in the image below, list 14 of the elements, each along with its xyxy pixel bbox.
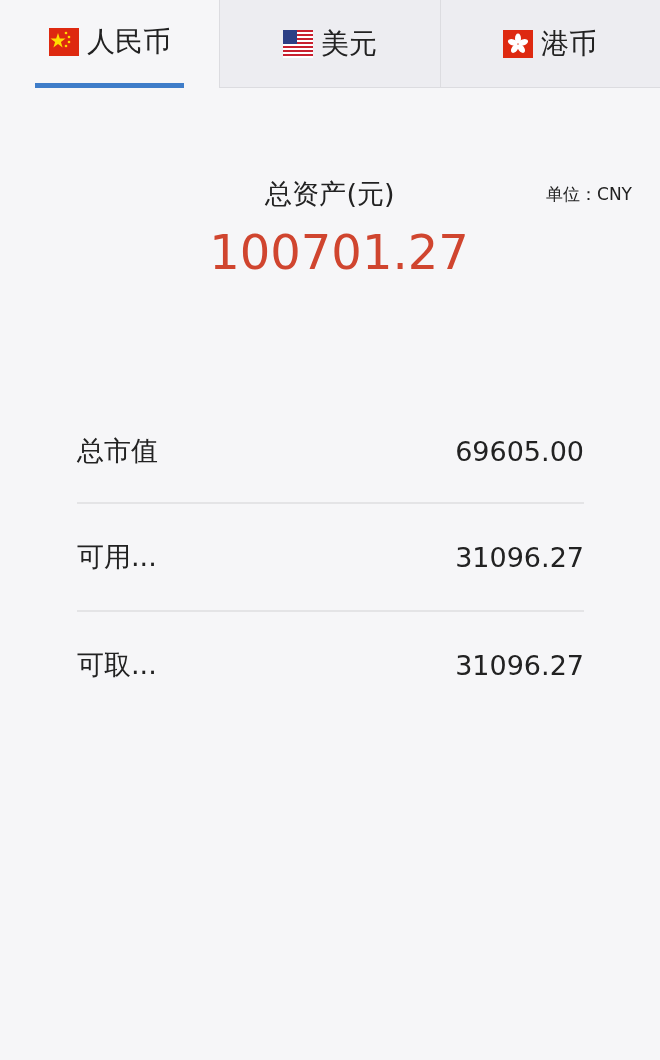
unit-label: 单位：CNY xyxy=(546,182,633,206)
field-value: 31096.27 xyxy=(455,649,584,681)
field-label: 可用... xyxy=(77,540,157,574)
flag-icon xyxy=(283,29,313,58)
flag-icon xyxy=(48,27,79,56)
field-value: 69605.00 xyxy=(455,435,584,467)
field-value: 31096.27 xyxy=(455,541,584,573)
total-assets-label: 总资产(元) xyxy=(265,177,395,211)
currency-tab[interactable]: 港币 xyxy=(439,0,660,88)
field-label: 可取... xyxy=(77,648,157,682)
currency-tab[interactable]: 美元 xyxy=(219,0,440,88)
total-assets-value: 100701.27 xyxy=(208,224,470,280)
flag-icon xyxy=(503,29,534,58)
field-label: 总市值 xyxy=(77,434,158,468)
